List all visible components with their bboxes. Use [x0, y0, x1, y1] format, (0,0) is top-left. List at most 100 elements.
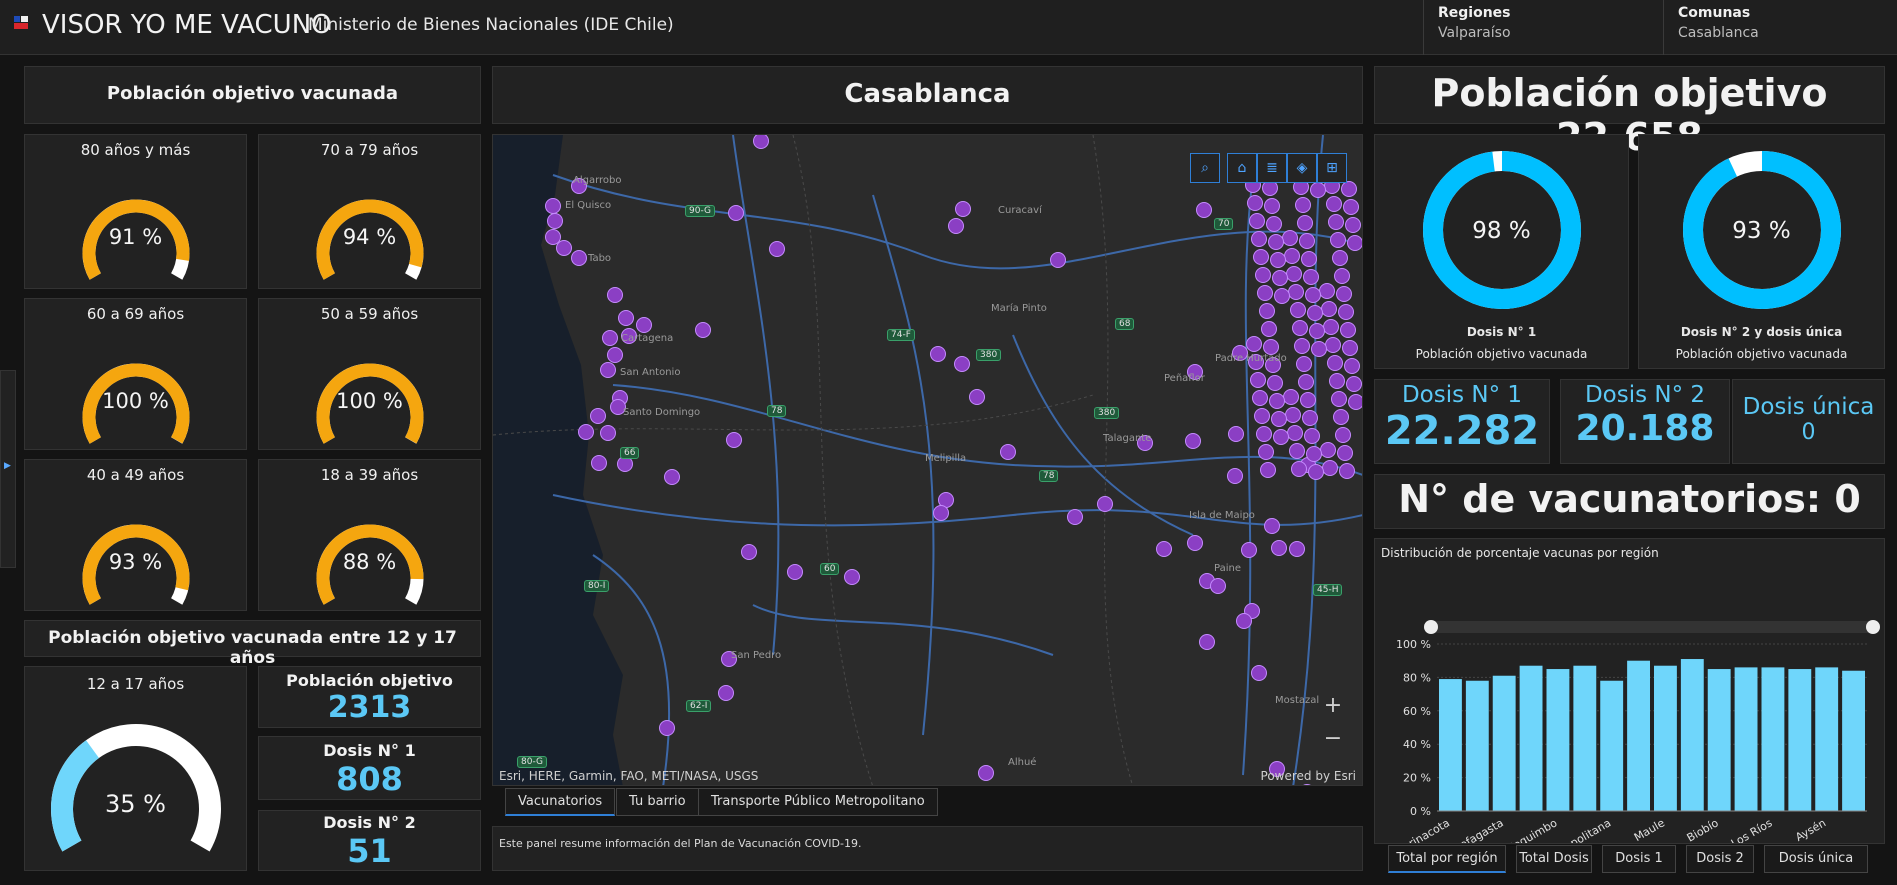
map-basemap-button[interactable]: ⊞: [1317, 153, 1347, 183]
vaccination-site-marker[interactable]: [1269, 393, 1285, 409]
vaccination-site-marker[interactable]: [1050, 252, 1066, 268]
vaccination-site-marker[interactable]: [1327, 355, 1343, 371]
vaccination-site-marker[interactable]: [787, 564, 803, 580]
vaccination-site-marker[interactable]: [1199, 634, 1215, 650]
tab-tu-barrio[interactable]: Tu barrio: [616, 788, 699, 816]
chart-bar[interactable]: [1680, 659, 1704, 811]
vaccination-site-marker[interactable]: [1331, 391, 1347, 407]
vaccination-site-marker[interactable]: [1000, 444, 1016, 460]
vaccination-site-marker[interactable]: [1334, 268, 1350, 284]
vaccination-site-marker[interactable]: [664, 469, 680, 485]
vaccination-site-marker[interactable]: [1297, 215, 1313, 231]
vaccination-site-marker[interactable]: [718, 685, 734, 701]
chart-bar[interactable]: [1439, 679, 1462, 811]
vaccination-site-marker[interactable]: [1241, 542, 1257, 558]
vaccination-site-marker[interactable]: [659, 720, 675, 736]
vaccination-site-marker[interactable]: [978, 765, 994, 781]
vaccination-site-marker[interactable]: [1259, 303, 1275, 319]
vaccination-site-marker[interactable]: [1246, 336, 1262, 352]
vaccination-site-marker[interactable]: [1271, 411, 1287, 427]
chart-bar[interactable]: [1842, 670, 1865, 811]
vaccination-site-marker[interactable]: [1322, 460, 1338, 476]
vaccination-site-marker[interactable]: [1187, 535, 1203, 551]
vaccination-site-marker[interactable]: [955, 201, 971, 217]
vaccination-site-marker[interactable]: [1325, 337, 1341, 353]
vaccination-site-marker[interactable]: [769, 241, 785, 257]
vaccination-site-marker[interactable]: [741, 544, 757, 560]
vaccination-site-marker[interactable]: [600, 425, 616, 441]
slider-max-handle[interactable]: [1866, 620, 1880, 634]
vaccination-site-marker[interactable]: [1335, 427, 1351, 443]
chart-bar[interactable]: [1734, 667, 1758, 811]
vaccination-site-marker[interactable]: [1255, 267, 1271, 283]
tab-transporte[interactable]: Transporte Público Metropolitano: [698, 788, 938, 816]
vaccination-site-marker[interactable]: [1228, 426, 1244, 442]
map-legend-button[interactable]: ≣: [1257, 153, 1287, 183]
vaccination-site-marker[interactable]: [1301, 251, 1317, 267]
vaccination-site-marker[interactable]: [1282, 230, 1298, 246]
vaccination-site-marker[interactable]: [1338, 304, 1354, 320]
vaccination-site-marker[interactable]: [1210, 578, 1226, 594]
vaccination-site-marker[interactable]: [1273, 429, 1289, 445]
chart-tab[interactable]: Total Dosis: [1516, 845, 1592, 873]
vaccination-site-marker[interactable]: [1336, 286, 1352, 302]
vaccination-site-marker[interactable]: [1328, 214, 1344, 230]
chart-bar[interactable]: [1788, 669, 1812, 811]
chart-bar[interactable]: [1761, 667, 1785, 811]
vaccination-site-marker[interactable]: [1289, 443, 1305, 459]
vaccination-site-marker[interactable]: [1294, 338, 1310, 354]
vaccination-site-marker[interactable]: [1256, 426, 1272, 442]
vaccination-site-marker[interactable]: [1260, 462, 1276, 478]
vaccination-site-marker[interactable]: [1266, 216, 1282, 232]
chart-bar[interactable]: [1573, 665, 1597, 811]
slider-min-handle[interactable]: [1424, 620, 1438, 634]
zoom-out-button[interactable]: −: [1316, 723, 1350, 755]
vaccination-site-marker[interactable]: [1339, 463, 1355, 479]
vaccination-site-marker[interactable]: [1196, 202, 1212, 218]
vaccination-site-marker[interactable]: [1302, 410, 1318, 426]
vaccination-site-marker[interactable]: [1227, 468, 1243, 484]
vaccination-site-marker[interactable]: [726, 432, 742, 448]
vaccination-site-marker[interactable]: [1292, 320, 1308, 336]
vaccination-site-marker[interactable]: [1067, 509, 1083, 525]
vaccination-site-marker[interactable]: [948, 218, 964, 234]
vaccination-site-marker[interactable]: [844, 569, 860, 585]
vaccination-site-marker[interactable]: [1307, 305, 1323, 321]
vaccination-site-marker[interactable]: [1341, 181, 1357, 197]
vaccination-site-marker[interactable]: [547, 213, 563, 229]
vaccination-site-marker[interactable]: [1249, 213, 1265, 229]
vaccination-site-marker[interactable]: [1264, 198, 1280, 214]
vaccination-site-marker[interactable]: [1332, 250, 1348, 266]
vaccination-site-marker[interactable]: [1251, 665, 1267, 681]
chart-bar[interactable]: [1465, 680, 1489, 811]
chart-bar[interactable]: [1546, 669, 1570, 811]
vaccination-site-marker[interactable]: [1288, 284, 1304, 300]
vaccination-site-marker[interactable]: [1329, 373, 1345, 389]
vaccination-site-marker[interactable]: [1319, 283, 1335, 299]
vaccination-site-marker[interactable]: [1348, 394, 1362, 410]
commune-selector[interactable]: Comunas Casablanca: [1663, 0, 1897, 55]
vaccination-site-marker[interactable]: [545, 198, 561, 214]
vaccination-site-marker[interactable]: [1236, 613, 1252, 629]
vaccination-site-marker[interactable]: [1261, 321, 1277, 337]
region-selector[interactable]: Regiones Valparaíso: [1423, 0, 1663, 55]
vaccination-site-marker[interactable]: [636, 317, 652, 333]
chart-bar[interactable]: [1600, 680, 1624, 811]
tab-vacunatorios[interactable]: Vacunatorios: [505, 788, 616, 816]
vaccination-site-marker[interactable]: [1296, 356, 1312, 372]
vaccination-site-marker[interactable]: [1267, 375, 1283, 391]
vaccination-site-marker[interactable]: [1303, 269, 1319, 285]
vaccination-site-marker[interactable]: [607, 347, 623, 363]
vaccination-site-marker[interactable]: [1283, 389, 1299, 405]
vaccination-site-marker[interactable]: [1342, 340, 1358, 356]
vaccination-site-marker[interactable]: [591, 455, 607, 471]
chart-tab[interactable]: Total por región: [1388, 845, 1506, 873]
vaccination-site-marker[interactable]: [1272, 270, 1288, 286]
vaccination-site-marker[interactable]: [1345, 217, 1361, 233]
vaccination-site-marker[interactable]: [1264, 518, 1280, 534]
vaccination-site-marker[interactable]: [695, 322, 711, 338]
vaccination-site-marker[interactable]: [1337, 445, 1353, 461]
vaccination-site-marker[interactable]: [1258, 444, 1274, 460]
vaccination-site-marker[interactable]: [1347, 235, 1362, 251]
vaccination-site-marker[interactable]: [1097, 496, 1113, 512]
